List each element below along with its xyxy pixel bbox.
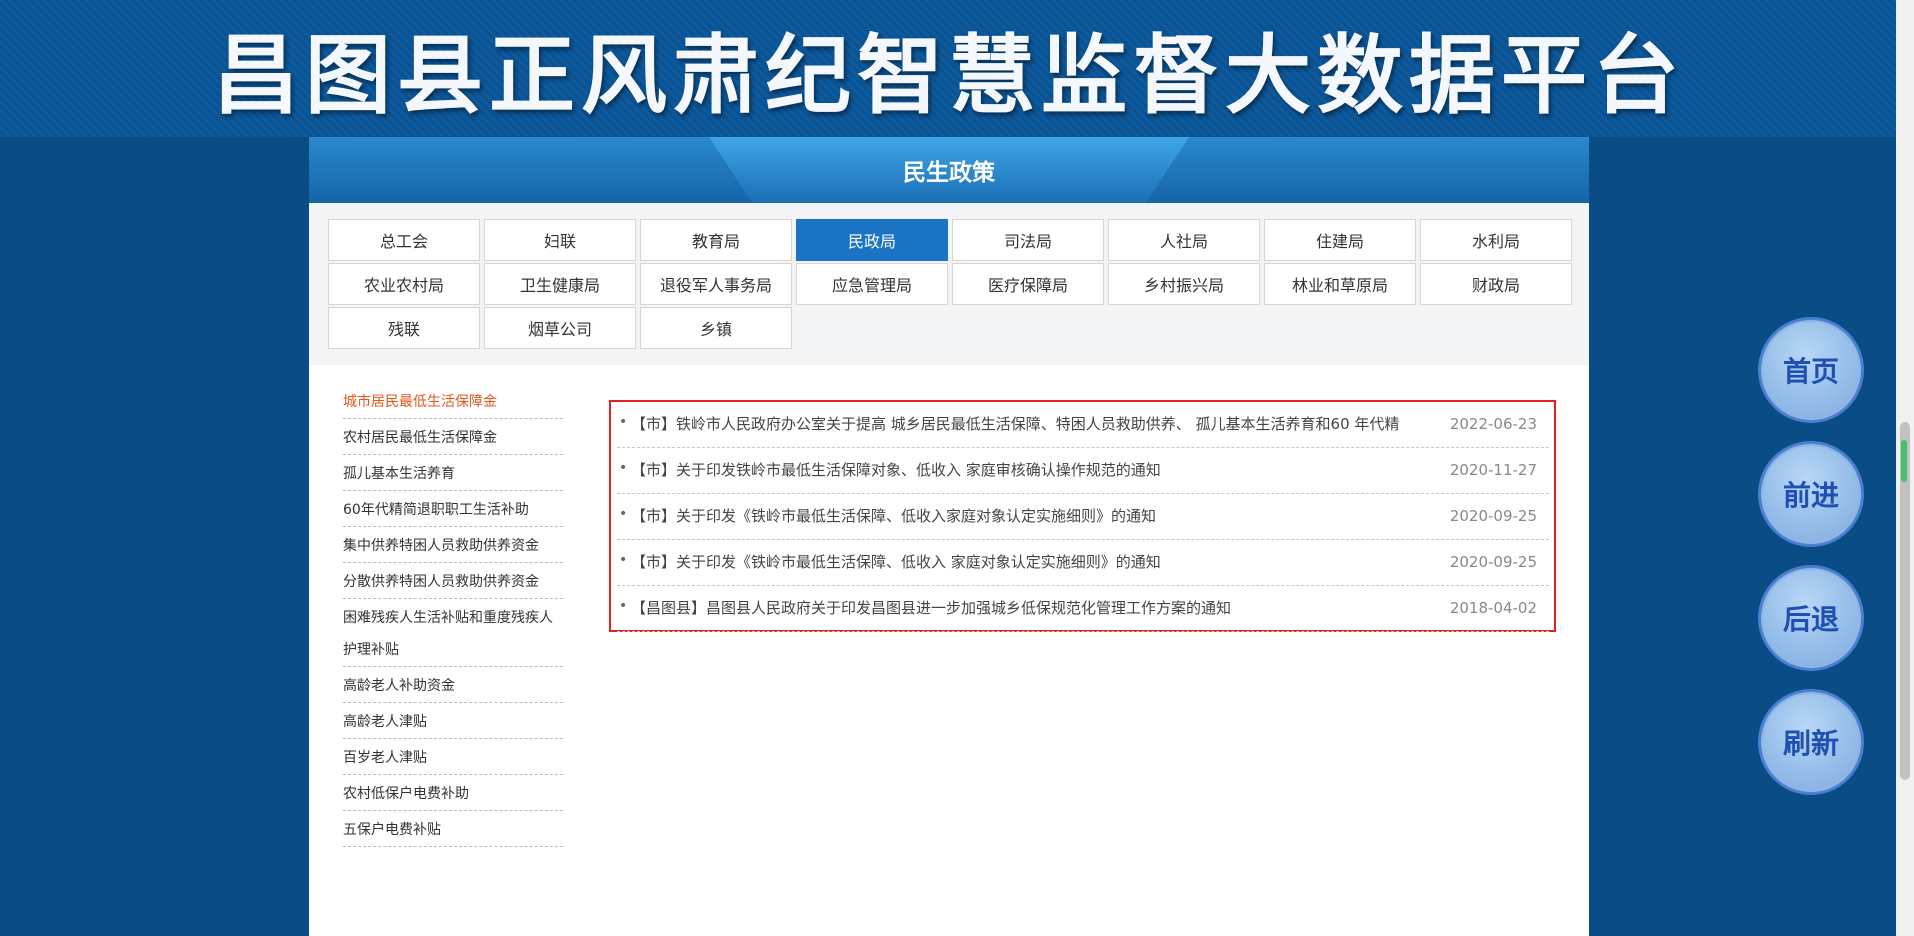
- section-header: 民生政策: [309, 137, 1589, 203]
- sidebar-item[interactable]: 孤儿基本生活养育: [343, 455, 563, 491]
- platform-title: 昌图县正风肃纪智慧监督大数据平台: [213, 24, 1685, 126]
- sidebar-item[interactable]: 集中供养特困人员救助供养资金: [343, 527, 563, 563]
- dept-button-minzhengju[interactable]: 民政局: [796, 219, 948, 261]
- dept-button-xiangzhen[interactable]: 乡镇: [640, 307, 792, 349]
- news-date: 2020-09-25: [1449, 553, 1537, 571]
- news-date: 2020-09-25: [1449, 507, 1537, 525]
- sidebar-item[interactable]: 困难残疾人生活补贴和重度残疾人护理补贴: [343, 599, 563, 667]
- bullet-icon: •: [619, 414, 628, 430]
- dept-button-renshiju[interactable]: 人社局: [1108, 219, 1260, 261]
- dept-button-zonggonghui[interactable]: 总工会: [328, 219, 480, 261]
- dept-button-fulian[interactable]: 妇联: [484, 219, 636, 261]
- header-banner: 昌图县正风肃纪智慧监督大数据平台: [0, 0, 1896, 137]
- news-title-link[interactable]: 【市】铁岭市人民政府办公室关于提高 城乡居民最低生活保障、特困人员救助供养、 孤…: [631, 402, 1447, 446]
- news-item: • 【市】关于印发《铁岭市最低生活保障、低收入家庭对象认定实施细则》的通知 20…: [617, 494, 1549, 540]
- main-content: 民生政策 总工会 妇联 教育局 民政局 司法局 人社局 住建局 水利局 农业农村…: [309, 137, 1589, 936]
- news-date: 2018-04-02: [1449, 599, 1537, 617]
- news-item: • 【市】关于印发铁岭市最低生活保障对象、低收入 家庭审核确认操作规范的通知 2…: [617, 448, 1549, 494]
- sidebar-item[interactable]: 高龄老人津贴: [343, 703, 563, 739]
- dept-button-sifaju[interactable]: 司法局: [952, 219, 1104, 261]
- news-title-link[interactable]: 【昌图县】昌图县人民政府关于印发昌图县进一步加强城乡低保规范化管理工作方案的通知: [631, 586, 1447, 630]
- sidebar-item[interactable]: 农村居民最低生活保障金: [343, 419, 563, 455]
- sidebar-item[interactable]: 城市居民最低生活保障金: [343, 383, 563, 419]
- dept-button-yingji[interactable]: 应急管理局: [796, 263, 948, 305]
- section-tab: 民生政策: [709, 137, 1189, 203]
- dept-button-weisheng[interactable]: 卫生健康局: [484, 263, 636, 305]
- scroll-position-marker: [1901, 440, 1907, 482]
- dept-button-yiliao[interactable]: 医疗保障局: [952, 263, 1104, 305]
- dept-button-jiaoyuju[interactable]: 教育局: [640, 219, 792, 261]
- news-title-link[interactable]: 【市】关于印发铁岭市最低生活保障对象、低收入 家庭审核确认操作规范的通知: [631, 448, 1447, 492]
- dept-button-caizheng[interactable]: 财政局: [1420, 263, 1572, 305]
- dept-button-xiangcun[interactable]: 乡村振兴局: [1108, 263, 1260, 305]
- news-title-link[interactable]: 【市】关于印发《铁岭市最低生活保障、低收入家庭对象认定实施细则》的通知: [631, 494, 1447, 538]
- home-button[interactable]: 首页: [1758, 317, 1864, 423]
- news-item: • 【昌图县】昌图县人民政府关于印发昌图县进一步加强城乡低保规范化管理工作方案的…: [617, 586, 1549, 632]
- dept-button-nongye[interactable]: 农业农村局: [328, 263, 480, 305]
- news-title-link[interactable]: 【市】关于印发《铁岭市最低生活保障、低收入 家庭对象认定实施细则》的通知: [631, 540, 1447, 584]
- section-title: 民生政策: [903, 160, 995, 186]
- dept-button-canlian[interactable]: 残联: [328, 307, 480, 349]
- dept-button-linye[interactable]: 林业和草原局: [1264, 263, 1416, 305]
- forward-button[interactable]: 前进: [1758, 441, 1864, 547]
- dept-button-tuiyi[interactable]: 退役军人事务局: [640, 263, 792, 305]
- vertical-scrollbar[interactable]: [1896, 0, 1914, 936]
- news-date: 2022-06-23: [1449, 415, 1537, 433]
- dept-button-zhujianju[interactable]: 住建局: [1264, 219, 1416, 261]
- sidebar-item[interactable]: 高龄老人补助资金: [343, 667, 563, 703]
- sidebar-item[interactable]: 百岁老人津贴: [343, 739, 563, 775]
- sidebar-item[interactable]: 五保户电费补贴: [343, 811, 563, 847]
- dept-button-shuiliju[interactable]: 水利局: [1420, 219, 1572, 261]
- news-date: 2020-11-27: [1449, 461, 1537, 479]
- news-item: • 【市】关于印发《铁岭市最低生活保障、低收入 家庭对象认定实施细则》的通知 2…: [617, 540, 1549, 586]
- news-item: • 【市】铁岭市人民政府办公室关于提高 城乡居民最低生活保障、特困人员救助供养、…: [617, 402, 1549, 448]
- bullet-icon: •: [619, 552, 628, 568]
- refresh-button[interactable]: 刷新: [1758, 689, 1864, 795]
- back-button[interactable]: 后退: [1758, 565, 1864, 671]
- department-nav: 总工会 妇联 教育局 民政局 司法局 人社局 住建局 水利局 农业农村局 卫生健…: [309, 203, 1589, 365]
- sidebar-item[interactable]: 60年代精简退职职工生活补助: [343, 491, 563, 527]
- bullet-icon: •: [619, 598, 628, 614]
- sidebar-item[interactable]: 农村低保户电费补助: [343, 775, 563, 811]
- sidebar-item[interactable]: 分散供养特困人员救助供养资金: [343, 563, 563, 599]
- dept-button-yancao[interactable]: 烟草公司: [484, 307, 636, 349]
- news-list: • 【市】铁岭市人民政府办公室关于提高 城乡居民最低生活保障、特困人员救助供养、…: [609, 400, 1556, 632]
- policy-category-list: 城市居民最低生活保障金 农村居民最低生活保障金 孤儿基本生活养育 60年代精简退…: [343, 383, 563, 847]
- bullet-icon: •: [619, 506, 628, 522]
- bullet-icon: •: [619, 460, 628, 476]
